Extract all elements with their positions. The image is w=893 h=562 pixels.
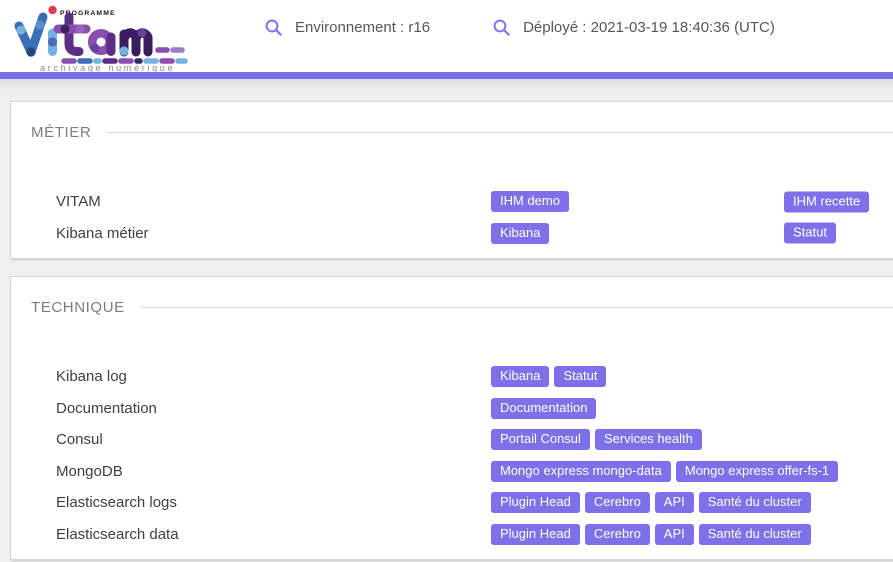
link-button-ihm-demo[interactable]: IHM demo [491,191,569,212]
logo-tagline-text: archivage numérique [40,63,175,72]
vitam-logo-graphic: PROGRAMME [6,0,246,72]
button-group: Plugin HeadCerebroAPISanté du cluster [491,492,811,513]
bar-shadow [0,79,893,90]
link-button-plugin-head[interactable]: Plugin Head [491,524,580,545]
button-group: Statut [784,223,836,244]
link-button-api[interactable]: API [655,524,694,545]
button-group: Documentation [491,398,596,419]
button-group: KibanaStatut [491,366,606,387]
link-button-statut[interactable]: Statut [784,223,836,244]
logo-red-dot [48,6,56,14]
link-button-plugin-head[interactable]: Plugin Head [491,492,580,513]
button-group: Portail ConsulServices health [491,429,702,450]
link-button-statut[interactable]: Statut [554,366,606,387]
service-label: Kibana log [56,368,491,385]
link-button-api[interactable]: API [655,492,694,513]
service-label: VITAM [56,193,491,210]
service-label: Documentation [56,400,491,417]
service-label: Kibana métier [56,225,491,242]
section-header: TECHNIQUE [31,297,893,317]
link-button-sant-du-cluster[interactable]: Santé du cluster [699,524,811,545]
service-label: Elasticsearch data [56,526,491,543]
search-icon [492,18,511,37]
section-header: MÉTIER [31,122,893,142]
section-divider [140,307,893,308]
service-row-documentation: DocumentationDocumentation [31,393,893,425]
button-group: Mongo express mongo-dataMongo express of… [491,461,838,482]
link-button-sant-du-cluster[interactable]: Santé du cluster [699,492,811,513]
deployed-label: Déployé : 2021-03-19 18:40:36 (UTC) [523,19,775,36]
service-row-mongodb: MongoDBMongo express mongo-dataMongo exp… [31,456,893,488]
link-button-mongo-express-mongo-data[interactable]: Mongo express mongo-data [491,461,671,482]
app-header: PROGRAMME [0,0,893,72]
link-button-kibana[interactable]: Kibana [491,223,549,244]
button-group: Plugin HeadCerebroAPISanté du cluster [491,524,811,545]
section-title: TECHNIQUE [31,299,125,316]
service-row-kibana-m-tier: Kibana métierKibana Statut [31,218,893,250]
button-group: Kibana [491,223,549,244]
deployed-link[interactable]: Déployé : 2021-03-19 18:40:36 (UTC) [492,18,775,37]
link-button-ihm-recette[interactable]: IHM recette [784,191,869,212]
link-button-services-health[interactable]: Services health [595,429,702,450]
service-row-elasticsearch-logs: Elasticsearch logsPlugin HeadCerebroAPIS… [31,487,893,519]
service-row-vitam: VITAMIHM demo IHM recette [31,186,893,218]
vitam-logo: PROGRAMME [6,0,246,72]
service-label: Elasticsearch logs [56,494,491,511]
button-group: IHM demo [491,191,569,212]
link-button-portail-consul[interactable]: Portail Consul [491,429,590,450]
link-button-kibana[interactable]: Kibana [491,366,549,387]
link-button-cerebro[interactable]: Cerebro [585,492,650,513]
accent-bar [0,72,893,79]
environment-link[interactable]: Environnement : r16 [264,18,430,37]
section-rows: Kibana logKibanaStatutDocumentationDocum… [31,361,893,550]
section-rows: VITAMIHM demo IHM recette Kibana métierKib… [31,186,893,249]
service-row-consul: ConsulPortail ConsulServices health [31,424,893,456]
service-row-kibana-log: Kibana logKibanaStatut [31,361,893,393]
section-card-m-tier: MÉTIER VITAMIHM demo IHM recette Kibana mét… [10,101,893,259]
section-card-technique: TECHNIQUEKibana logKibanaStatutDocumenta… [10,276,893,560]
section-divider [106,132,893,133]
link-button-documentation[interactable]: Documentation [491,398,596,419]
search-icon [264,18,283,37]
button-group: IHM recette [784,191,869,212]
service-row-elasticsearch-data: Elasticsearch dataPlugin HeadCerebroAPIS… [31,519,893,551]
link-button-cerebro[interactable]: Cerebro [585,524,650,545]
content-area: MÉTIER VITAMIHM demo IHM recette Kibana mét… [0,101,893,560]
service-label: MongoDB [56,463,491,480]
section-title: MÉTIER [31,124,91,141]
service-label: Consul [56,431,491,448]
link-button-mongo-express-offer-fs-1[interactable]: Mongo express offer-fs-1 [676,461,838,482]
environment-label: Environnement : r16 [295,19,430,36]
